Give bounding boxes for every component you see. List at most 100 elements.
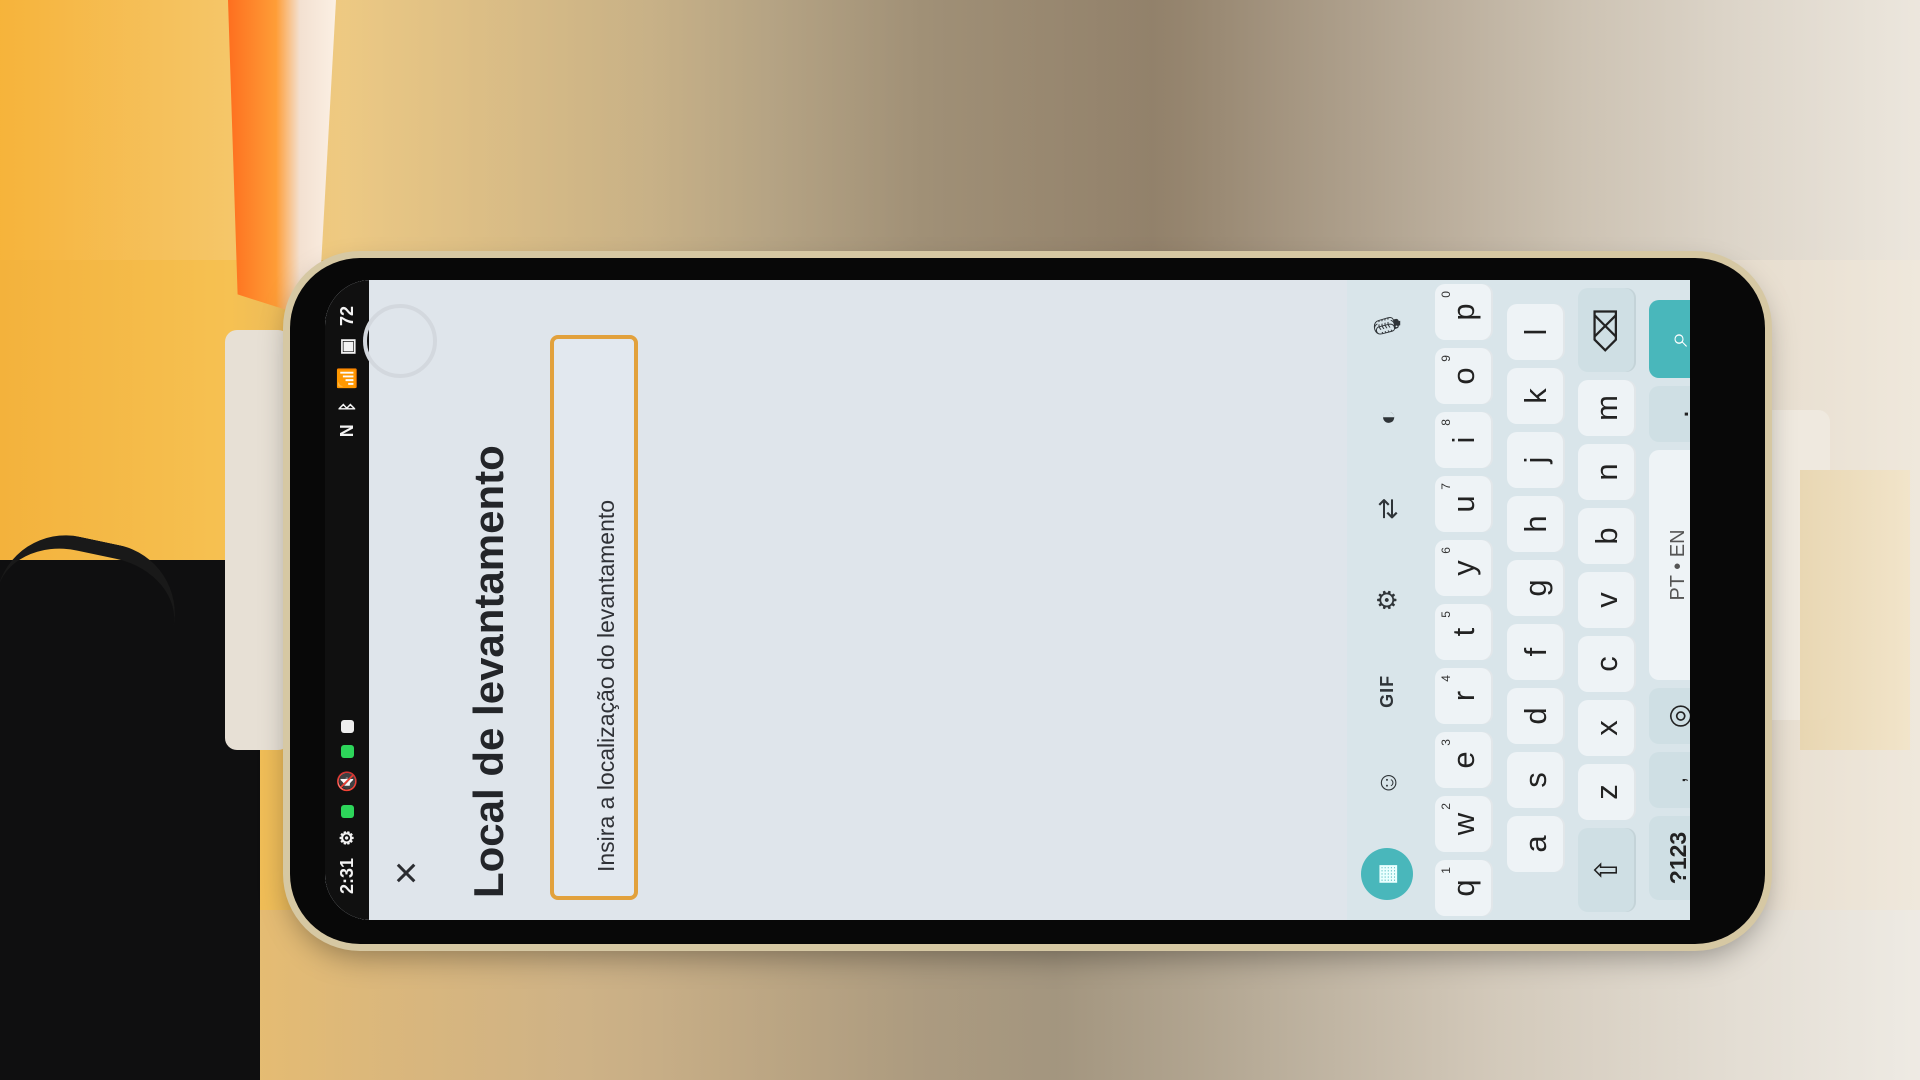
- period-key[interactable]: .: [1649, 386, 1690, 442]
- language-switch-key[interactable]: ◎: [1649, 688, 1690, 744]
- search-key[interactable]: ⌕: [1649, 300, 1690, 378]
- key-d[interactable]: d: [1507, 688, 1565, 744]
- key-w[interactable]: w2: [1435, 796, 1493, 852]
- key-label: k: [1518, 388, 1553, 404]
- gif-button[interactable]: GIF: [1361, 665, 1413, 717]
- translate-icon[interactable]: ⇄: [1361, 483, 1413, 535]
- battery-level: 72: [336, 306, 357, 327]
- sticker-icon[interactable]: ☺: [1361, 757, 1413, 809]
- key-c[interactable]: c: [1578, 636, 1636, 692]
- key-number: 6: [1439, 547, 1453, 554]
- key-label: l: [1518, 328, 1553, 336]
- key-label: p: [1446, 303, 1481, 321]
- key-number: 2: [1439, 803, 1453, 810]
- key-b[interactable]: b: [1578, 508, 1636, 564]
- key-number: 1: [1439, 867, 1453, 874]
- keyboard-row-2: a s d f g h j k l: [1507, 280, 1565, 920]
- key-number: 3: [1439, 739, 1453, 746]
- green-chat-icon: [340, 804, 354, 818]
- key-o[interactable]: o9: [1435, 348, 1493, 404]
- key-label: d: [1518, 707, 1553, 725]
- onscreen-keyboard: ▦ ☺ GIF ⚙ ⇄ ◐ 🎙 q 1 w 2 e 3 r 4 t 5 y 6 …: [1347, 280, 1690, 920]
- status-time: 2:31: [336, 857, 357, 894]
- status-left-group: 2:31 ⚙ 🔇: [337, 720, 358, 894]
- backspace-key[interactable]: ⌫: [1578, 288, 1636, 372]
- key-label: j: [1518, 456, 1553, 464]
- green-app-icon: [340, 745, 354, 759]
- notification-icon: [340, 720, 354, 734]
- key-h[interactable]: h: [1507, 496, 1565, 552]
- key-label: g: [1518, 579, 1553, 597]
- key-label: o: [1446, 367, 1481, 385]
- key-label: i: [1446, 436, 1481, 444]
- theme-icon[interactable]: ◐: [1361, 391, 1413, 443]
- key-v[interactable]: v: [1578, 572, 1636, 628]
- sticker-glyph-icon: ☺: [1371, 769, 1402, 796]
- key-l[interactable]: l: [1507, 304, 1565, 360]
- key-k[interactable]: k: [1507, 368, 1565, 424]
- key-m[interactable]: m: [1578, 380, 1636, 436]
- key-label: y: [1446, 560, 1481, 576]
- key-p[interactable]: p0: [1435, 284, 1493, 340]
- key-x[interactable]: x: [1578, 700, 1636, 756]
- key-label: m: [1589, 395, 1624, 421]
- key-label: q: [1446, 879, 1481, 897]
- shift-key[interactable]: ⇧: [1578, 828, 1636, 912]
- key-number: 5: [1439, 611, 1453, 618]
- key-label: t: [1446, 627, 1481, 637]
- key-j[interactable]: j: [1507, 432, 1565, 488]
- key-e[interactable]: e3: [1435, 732, 1493, 788]
- key-number: 4: [1439, 675, 1453, 682]
- key-z[interactable]: z: [1578, 764, 1636, 820]
- space-language-label: PT • EN: [1666, 529, 1689, 601]
- mic-glyph-icon: 🎙: [1371, 309, 1402, 343]
- key-a[interactable]: a: [1507, 816, 1565, 872]
- settings-status-icon: ⚙: [336, 829, 357, 846]
- space-key[interactable]: PT • EN: [1649, 450, 1690, 680]
- close-button[interactable]: ×: [377, 844, 435, 902]
- key-label: n: [1589, 463, 1624, 481]
- symbols-key[interactable]: ?123: [1649, 816, 1690, 900]
- key-label: x: [1589, 720, 1624, 736]
- rotated-app-ui: 2:31 ⚙ 🔇 N ᛒ 📶 ▣ 72 × Local de levantame…: [325, 280, 1690, 920]
- wifi-icon: 📶: [336, 367, 357, 390]
- apps-icon[interactable]: ▦: [1361, 848, 1413, 900]
- key-f[interactable]: f: [1507, 624, 1565, 680]
- status-bar: 2:31 ⚙ 🔇 N ᛒ 📶 ▣ 72: [325, 280, 369, 920]
- key-label: c: [1589, 656, 1624, 672]
- key-label: w: [1446, 812, 1481, 836]
- key-label: z: [1589, 784, 1624, 800]
- key-label: b: [1589, 527, 1624, 545]
- comma-emoji-key[interactable]: ,: [1649, 752, 1690, 808]
- key-label: r: [1446, 690, 1481, 702]
- key-label: e: [1446, 751, 1481, 769]
- key-label: v: [1589, 592, 1624, 608]
- microphone-icon[interactable]: 🎙: [1361, 300, 1413, 352]
- bluetooth-icon: ᛒ: [336, 401, 357, 413]
- key-s[interactable]: s: [1507, 752, 1565, 808]
- key-q[interactable]: q1: [1435, 860, 1493, 916]
- key-n[interactable]: n: [1578, 444, 1636, 500]
- search-icon: ⌕: [1661, 331, 1691, 347]
- key-number: 9: [1439, 355, 1453, 362]
- key-u[interactable]: u7: [1435, 476, 1493, 532]
- key-i[interactable]: i8: [1435, 412, 1493, 468]
- key-y[interactable]: y6: [1435, 540, 1493, 596]
- key-label: u: [1446, 495, 1481, 513]
- key-label: f: [1518, 647, 1553, 657]
- key-g[interactable]: g: [1507, 560, 1565, 616]
- shift-icon: ⇧: [1589, 857, 1624, 883]
- keyboard-settings-icon[interactable]: ⚙: [1361, 574, 1413, 626]
- location-input[interactable]: [550, 335, 638, 900]
- key-t[interactable]: t5: [1435, 604, 1493, 660]
- key-number: 0: [1439, 291, 1453, 298]
- keyboard-toolbar: ▦ ☺ GIF ⚙ ⇄ ◐ 🎙: [1347, 280, 1427, 920]
- key-label: s: [1518, 772, 1553, 788]
- gear-icon: ⚙: [1371, 588, 1402, 612]
- sim-icon: ▣: [336, 338, 357, 356]
- key-number: 8: [1439, 419, 1453, 426]
- background-printed-label: [1800, 470, 1910, 750]
- key-number: 7: [1439, 483, 1453, 490]
- key-label: h: [1518, 515, 1553, 533]
- key-r[interactable]: r4: [1435, 668, 1493, 724]
